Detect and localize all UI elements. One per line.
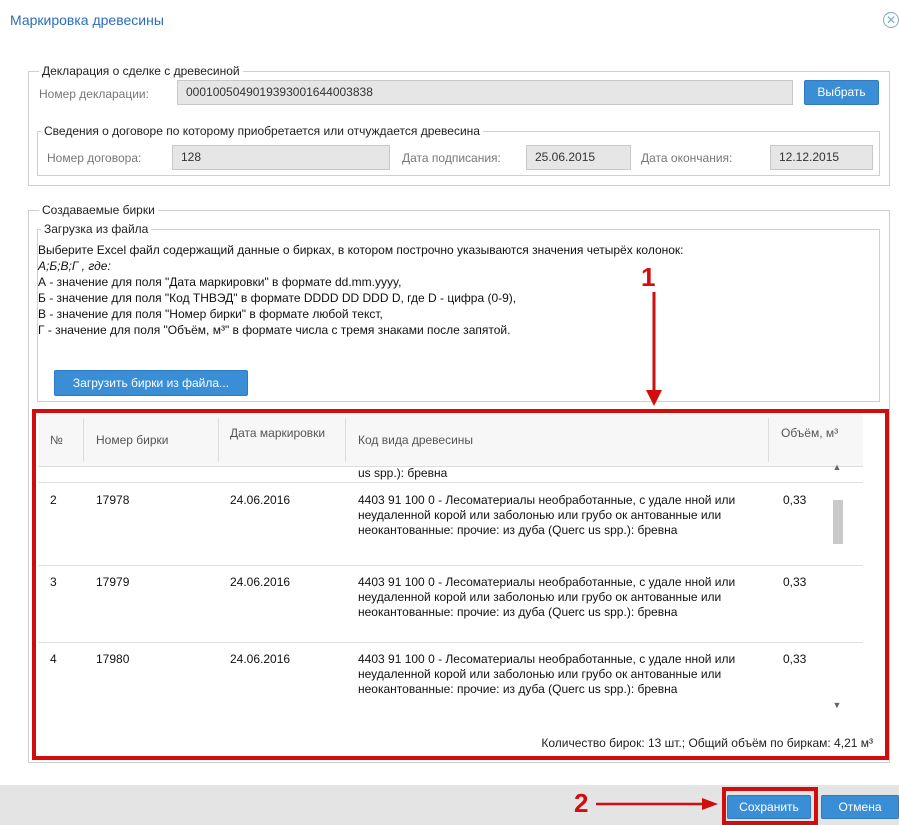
declaration-legend: Декларация о сделке с древесиной <box>42 64 240 78</box>
instruction-line: Г - значение для поля "Объём, м³" в форм… <box>38 323 511 337</box>
upload-instructions: Выберите Excel файл содержащий данные о … <box>38 242 878 338</box>
contract-legend: Сведения о договоре по которому приобрет… <box>44 124 480 138</box>
instruction-line: Выберите Excel файл содержащий данные о … <box>38 243 684 257</box>
table-highlight-box <box>32 409 889 760</box>
callout-number-1: 1 <box>641 262 656 292</box>
contract-number-field[interactable]: 128 <box>172 145 390 170</box>
instruction-line: А;Б;В;Г , где: <box>38 259 111 273</box>
end-date-label: Дата окончания: <box>641 151 733 165</box>
cancel-button[interactable]: Отмена <box>821 795 899 819</box>
callout-number-2: 2 <box>574 788 589 818</box>
dialog-title: Маркировка древесины <box>10 12 164 28</box>
select-button[interactable]: Выбрать <box>804 80 879 105</box>
signed-date-label: Дата подписания: <box>402 151 501 165</box>
arrow-2-icon <box>596 798 718 810</box>
upload-legend: Загрузка из файла <box>44 222 149 236</box>
instruction-line: Б - значение для поля "Код ТНВЭД" в форм… <box>38 291 517 305</box>
arrow-1-icon <box>646 292 662 406</box>
signed-date-field[interactable]: 25.06.2015 <box>526 145 631 170</box>
contract-number-label: Номер договора: <box>47 151 142 165</box>
declaration-number-label: Номер декларации: <box>39 87 149 101</box>
timber-marking-dialog: Маркировка древесины ✕ Декларация о сдел… <box>0 0 899 825</box>
close-icon[interactable]: ✕ <box>883 12 899 28</box>
end-date-field[interactable]: 12.12.2015 <box>770 145 873 170</box>
instruction-line: В - значение для поля "Номер бирки" в фо… <box>38 307 383 321</box>
declaration-number-field[interactable]: 0001005049019393001644003838 <box>177 80 793 105</box>
title-bar: Маркировка древесины ✕ <box>0 0 899 44</box>
save-highlight-box <box>722 787 818 825</box>
upload-tags-button[interactable]: Загрузить бирки из файла... <box>54 370 248 396</box>
contract-fieldset: Сведения о договоре по которому приобрет… <box>37 124 880 176</box>
instruction-line: А - значение для поля "Дата маркировки" … <box>38 275 402 289</box>
tags-legend: Создаваемые бирки <box>42 203 155 217</box>
